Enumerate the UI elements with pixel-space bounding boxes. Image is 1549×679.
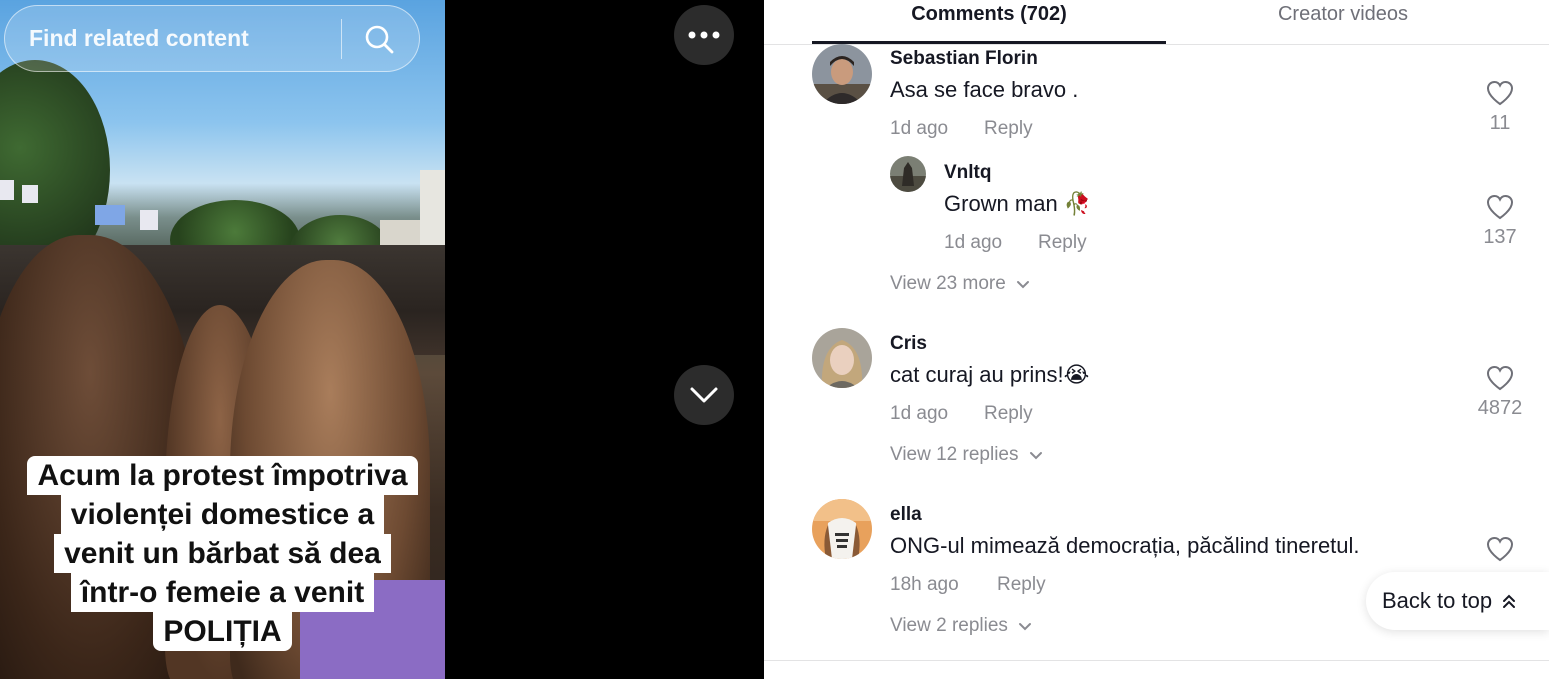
comment-text: Grown man 🥀	[944, 191, 1092, 216]
caption-line: Acum la protest împotriva	[27, 456, 418, 495]
comment-username[interactable]: Vnltq	[944, 162, 992, 184]
like-count: 11	[1489, 112, 1511, 134]
protest-sign	[22, 185, 38, 203]
view-more-replies[interactable]: View 23 more	[890, 273, 1030, 295]
view-more-label: View 2 replies	[890, 615, 1008, 636]
avatar[interactable]	[812, 499, 872, 559]
heart-icon	[1486, 194, 1514, 220]
like-count: 4872	[1477, 397, 1523, 419]
comment-text: cat curaj au prins!😭	[890, 362, 1090, 387]
caption-line: violenței domestice a	[60, 495, 385, 534]
panel-divider	[764, 660, 1549, 661]
view-more-replies[interactable]: View 12 replies	[890, 444, 1043, 466]
comment-username[interactable]: ella	[890, 504, 922, 526]
back-to-top-button[interactable]: Back to top	[1366, 572, 1549, 630]
view-more-label: View 23 more	[890, 273, 1006, 294]
reply-button[interactable]: Reply	[1038, 232, 1087, 254]
protest-sign	[140, 210, 158, 230]
heart-icon	[1486, 80, 1514, 106]
comment-time: 18h ago	[890, 574, 959, 595]
chevron-down-icon	[1016, 280, 1029, 288]
comment-username[interactable]: Cris	[890, 333, 927, 355]
more-options-button[interactable]	[674, 5, 734, 65]
video-player[interactable]: Find related content Acum la protest împ…	[0, 0, 445, 679]
video-caption: Acum la protest împotriva violenței dome…	[0, 456, 445, 651]
search-icon	[365, 25, 394, 53]
chevron-down-icon	[690, 387, 718, 403]
tab-comments[interactable]: Comments (702)	[812, 0, 1166, 44]
reply-button[interactable]: Reply	[984, 118, 1033, 140]
protest-sign	[95, 205, 125, 225]
double-chevron-up-icon	[1503, 594, 1516, 608]
avatar[interactable]	[812, 328, 872, 388]
caption-line: venit un bărbat să dea	[54, 534, 391, 573]
like-button[interactable]: 137	[1470, 194, 1530, 249]
view-more-replies[interactable]: View 2 replies	[890, 615, 1032, 637]
chevron-down-icon	[1018, 622, 1031, 630]
search-button[interactable]	[342, 5, 416, 72]
comment-time: 1d ago	[890, 403, 949, 424]
chevron-down-icon	[1029, 451, 1042, 459]
reply-button[interactable]: Reply	[997, 574, 1046, 596]
caption-line: POLIȚIA	[153, 612, 292, 651]
caption-line: într-o femeie a venit	[70, 573, 375, 612]
reply-button[interactable]: Reply	[984, 403, 1033, 425]
like-button[interactable]: 4872	[1470, 365, 1530, 420]
next-video-button[interactable]	[674, 365, 734, 425]
panel-tabs: Comments (702) Creator videos	[764, 0, 1549, 45]
heart-icon	[1486, 365, 1514, 391]
tab-creator-videos[interactable]: Creator videos	[1166, 0, 1520, 44]
like-button[interactable]	[1470, 536, 1530, 562]
comment-time: 1d ago	[890, 118, 949, 139]
like-button[interactable]: 11	[1470, 80, 1530, 135]
heart-icon	[1486, 536, 1514, 562]
comment-text: ONG-ul mimează democrația, păcălind tine…	[890, 533, 1360, 558]
avatar[interactable]	[812, 44, 872, 104]
comment-time: 1d ago	[944, 232, 1003, 253]
protest-sign	[0, 180, 14, 200]
view-more-label: View 12 replies	[890, 444, 1019, 465]
back-to-top-label: Back to top	[1382, 588, 1493, 613]
video-area: Find related content Acum la protest împ…	[0, 0, 764, 679]
related-search-bar[interactable]: Find related content	[4, 5, 420, 72]
comment-username[interactable]: Sebastian Florin	[890, 48, 1038, 70]
more-dots-icon	[688, 31, 720, 39]
avatar[interactable]	[890, 156, 926, 192]
search-placeholder[interactable]: Find related content	[29, 25, 341, 52]
comment-text: Asa se face bravo .	[890, 77, 1079, 102]
like-count: 137	[1483, 226, 1517, 248]
